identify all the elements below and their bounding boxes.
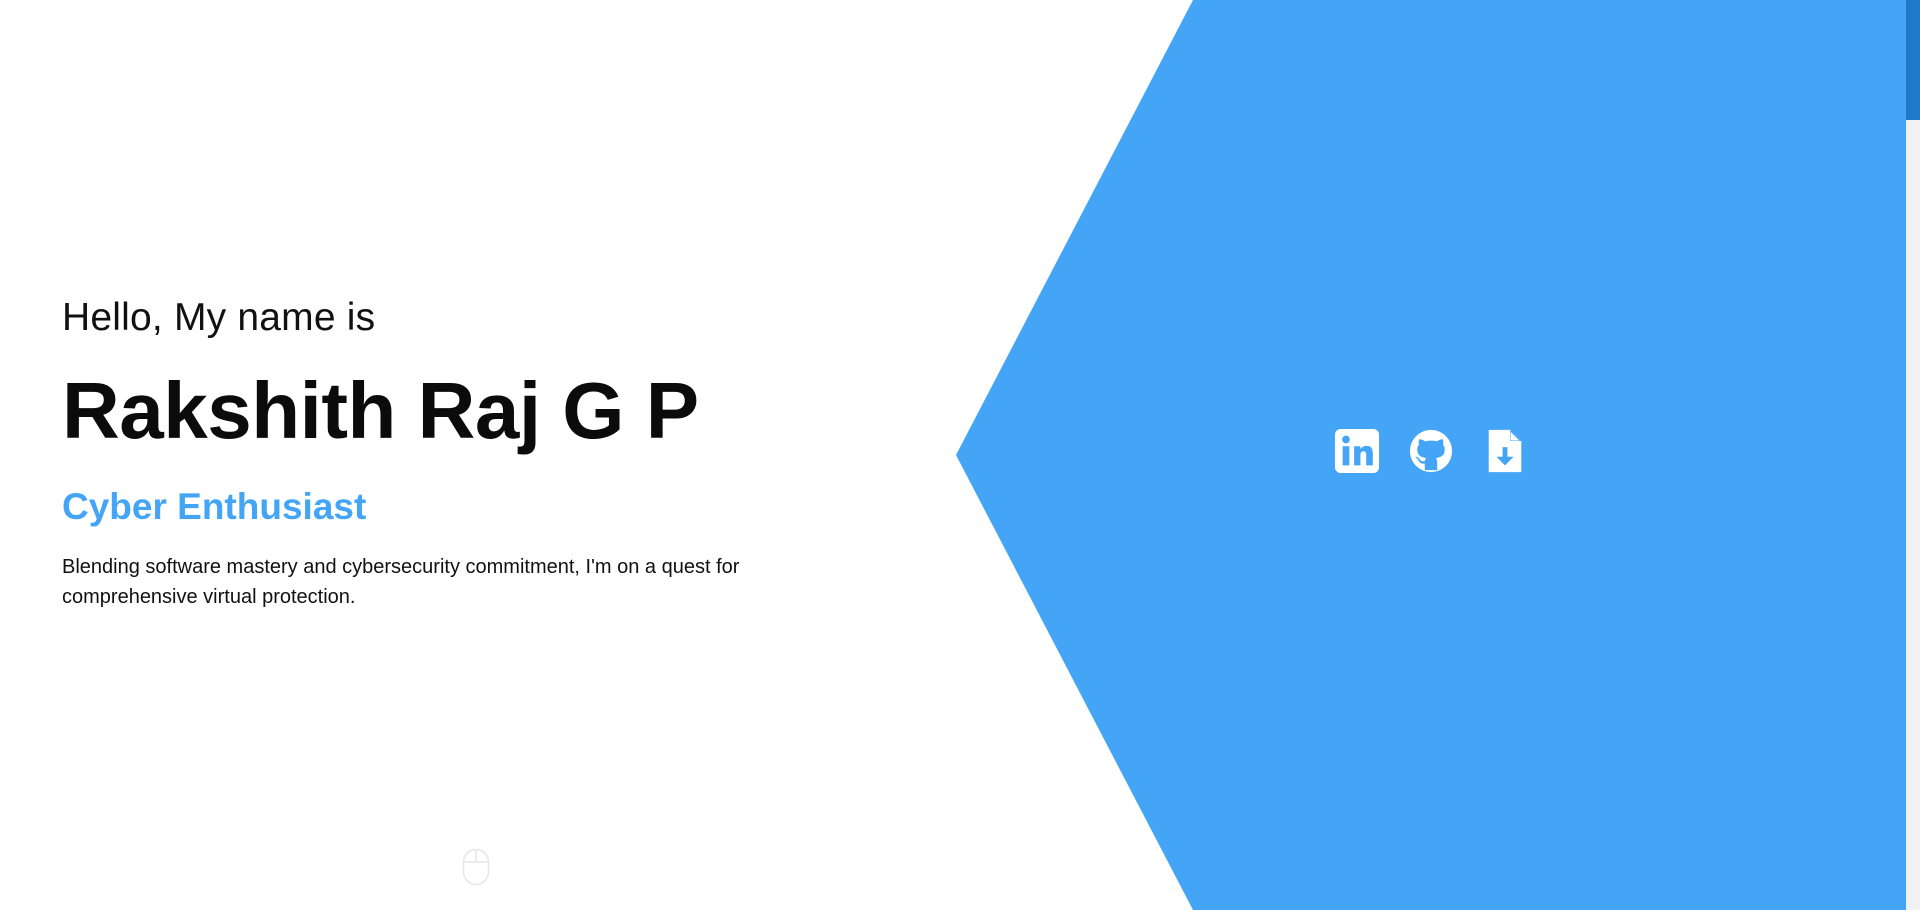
scrollbar-thumb[interactable] bbox=[1906, 0, 1920, 120]
resume-download-link[interactable] bbox=[1482, 428, 1528, 474]
github-icon bbox=[1409, 429, 1453, 473]
resume-download-icon bbox=[1488, 429, 1522, 473]
hero-page: Hello, My name is Rakshith Raj G P Cyber… bbox=[0, 0, 1920, 910]
page-title: Rakshith Raj G P bbox=[62, 366, 699, 455]
github-link[interactable] bbox=[1408, 428, 1454, 474]
greeting-text: Hello, My name is bbox=[62, 296, 376, 339]
linkedin-icon bbox=[1334, 428, 1380, 474]
bio-text: Blending software mastery and cybersecur… bbox=[62, 556, 740, 608]
hero-text-block: Hello, My name is Rakshith Raj G P Cyber… bbox=[62, 292, 922, 612]
role-subtitle: Cyber Enthusiast bbox=[62, 486, 367, 527]
mouse-icon[interactable] bbox=[462, 848, 490, 886]
social-links bbox=[1334, 428, 1528, 474]
page-scrollbar[interactable] bbox=[1906, 0, 1920, 910]
linkedin-link[interactable] bbox=[1334, 428, 1380, 474]
